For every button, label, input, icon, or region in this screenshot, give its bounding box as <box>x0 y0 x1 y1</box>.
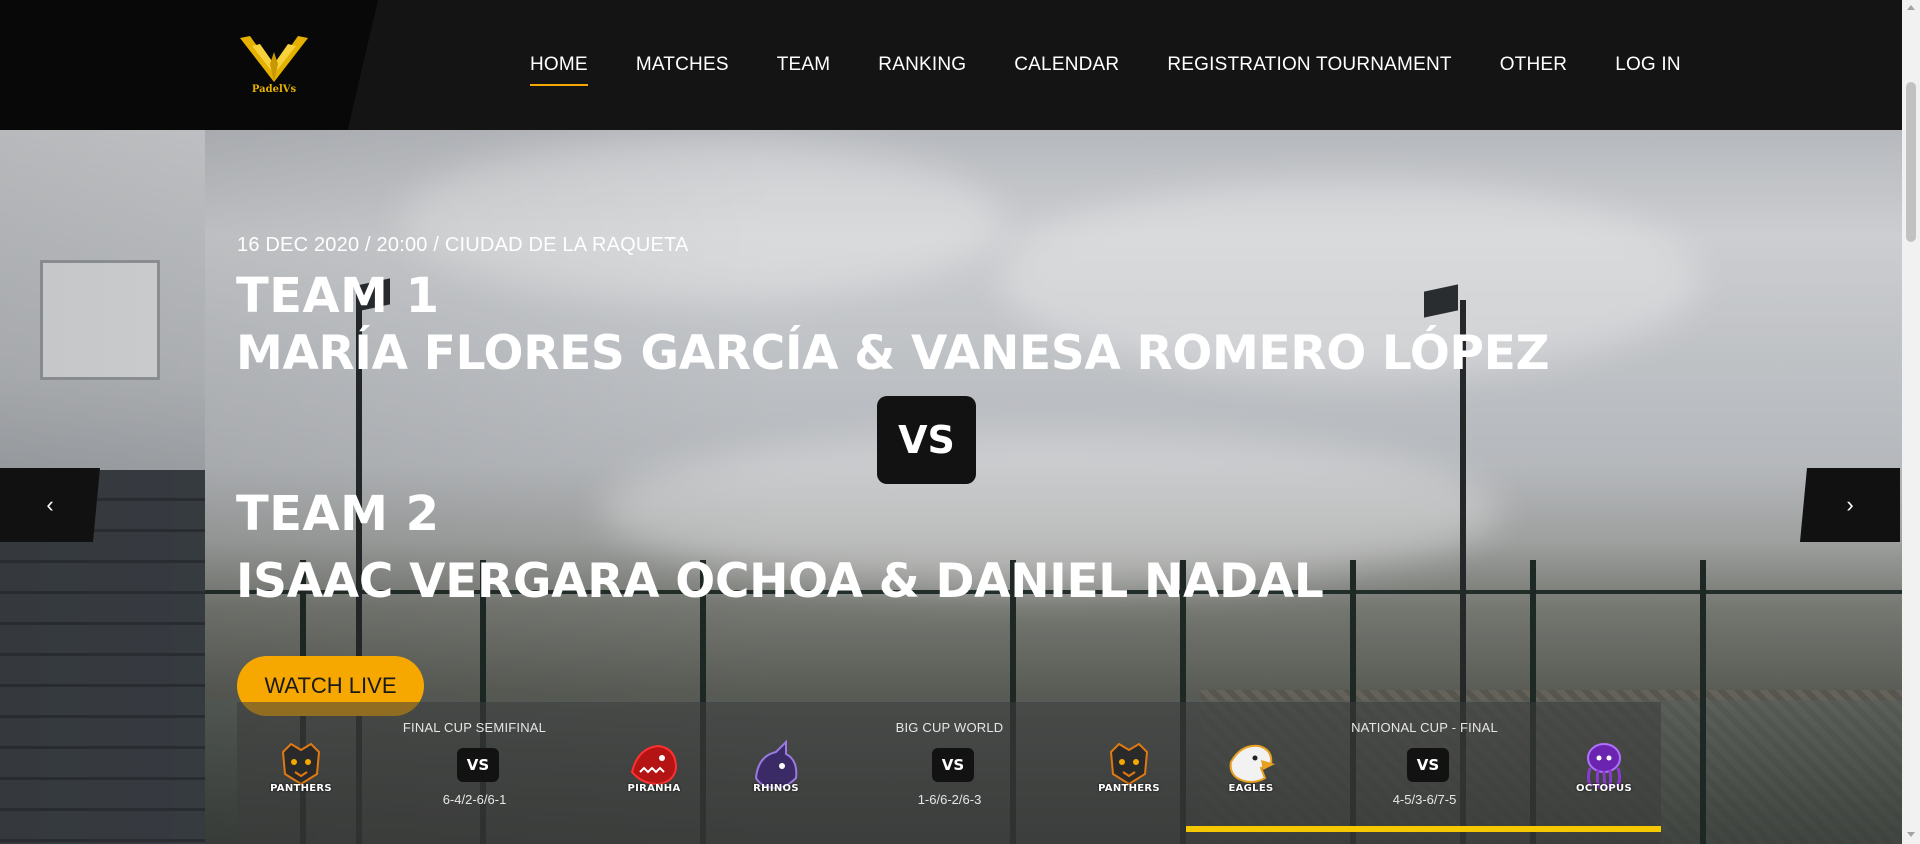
nav-log-in[interactable]: LOG IN <box>1615 54 1681 76</box>
team-logo-home: RHINOS <box>746 738 806 798</box>
team-name-away: OCTOPUS <box>1576 783 1632 794</box>
team-logo-away: PANTHERS <box>1098 738 1160 798</box>
team1-label: TEAM 1 <box>236 268 440 324</box>
site-logo[interactable]: PadelVs <box>236 30 312 100</box>
vs-badge: VS <box>877 396 976 484</box>
nav-matches[interactable]: MATCHES <box>636 54 729 76</box>
prev-slide-button[interactable]: ‹ <box>0 468 100 542</box>
scroll-up-icon[interactable] <box>1907 5 1915 10</box>
site-header: PadelVs HOME MATCHES TEAM RANKING CALEND… <box>0 0 1920 130</box>
next-slide-button[interactable]: › <box>1800 468 1900 542</box>
team-logo-away: PIRANHA <box>624 738 684 798</box>
logo-text: PadelVs <box>251 84 297 95</box>
match-vs-badge: VS <box>457 748 499 782</box>
match-meta: 16 DEC 2020 / 20:00 / CIUDAD DE LA RAQUE… <box>237 234 689 256</box>
nav-registration-tournament[interactable]: REGISTRATION TOURNAMENT <box>1167 54 1451 76</box>
logo-panel <box>0 0 378 130</box>
match-card[interactable]: PANTHERS FINAL CUP SEMIFINAL VS 6-4/2-6/… <box>237 702 712 844</box>
chevron-left-icon: ‹ <box>46 492 54 517</box>
team2-players: ISAAC VERGARA OCHOA & DANIEL NADAL <box>236 554 1324 609</box>
team-logo-home: EAGLES <box>1221 738 1281 798</box>
match-results-strip: PANTHERS FINAL CUP SEMIFINAL VS 6-4/2-6/… <box>237 702 1661 844</box>
match-card[interactable]: EAGLES NATIONAL CUP - FINAL VS 4-5/3-6/7… <box>1187 702 1662 844</box>
scroll-down-icon[interactable] <box>1907 832 1915 837</box>
team-logo-home: PANTHERS <box>270 738 332 798</box>
page-scrollbar[interactable] <box>1902 0 1920 844</box>
team-name-away: PANTHERS <box>1098 783 1160 794</box>
scrollbar-thumb[interactable] <box>1906 82 1916 242</box>
team-logo-away: OCTOPUS <box>1574 738 1634 798</box>
nav-ranking[interactable]: RANKING <box>878 54 966 76</box>
match-title: NATIONAL CUP - FINAL <box>1351 720 1498 735</box>
team2-label: TEAM 2 <box>236 486 440 542</box>
chevron-right-icon: › <box>1846 492 1854 517</box>
match-vs-badge: VS <box>1407 748 1449 782</box>
match-vs-badge: VS <box>932 748 974 782</box>
match-title: BIG CUP WORLD <box>895 720 1004 735</box>
slider-progress-fill <box>1186 826 1661 832</box>
slider-progress-bar <box>1186 826 1661 832</box>
match-card[interactable]: RHINOS BIG CUP WORLD VS 1-6/6-2/6-3 PANT… <box>712 702 1187 844</box>
main-nav: HOME MATCHES TEAM RANKING CALENDAR REGIS… <box>530 0 1729 130</box>
nav-home[interactable]: HOME <box>530 54 588 86</box>
team-name-away: PIRANHA <box>627 783 681 794</box>
nav-other[interactable]: OTHER <box>1500 54 1568 76</box>
match-title: FINAL CUP SEMIFINAL <box>402 720 547 735</box>
nav-team[interactable]: TEAM <box>777 54 831 76</box>
nav-calendar[interactable]: CALENDAR <box>1014 54 1119 76</box>
team1-players: MARÍA FLORES GARCÍA & VANESA ROMERO LÓPE… <box>236 326 1550 381</box>
wings-logo-icon <box>240 36 308 82</box>
